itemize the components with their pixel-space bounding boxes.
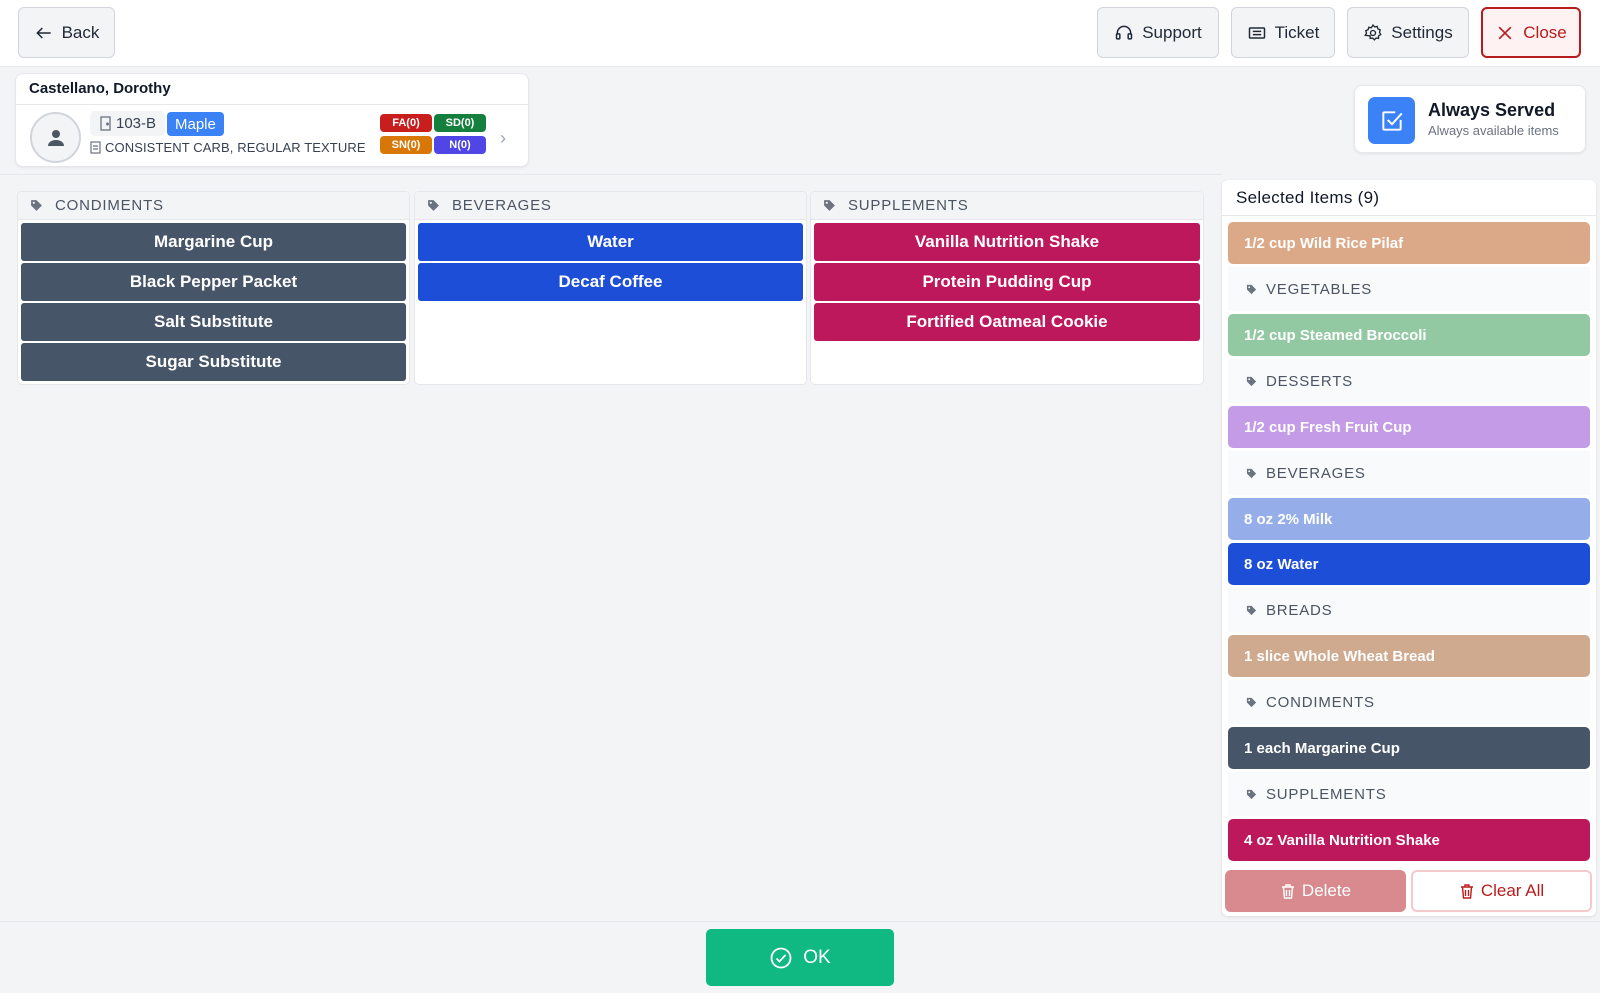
selected-item[interactable]: 4 oz Vanilla Nutrition Shake xyxy=(1228,819,1590,861)
category-header-label: SUPPLEMENTS xyxy=(848,197,969,214)
ticket-button[interactable]: Ticket xyxy=(1231,7,1335,58)
fa-tag: FA(0) xyxy=(380,114,432,132)
sn-tag: SN(0) xyxy=(380,136,432,154)
selected-items-list: 1/2 cup Wild Rice Pilaf VEGETABLES 1/2 cup… xyxy=(1228,222,1590,864)
trash-icon xyxy=(1460,883,1473,899)
clear-all-button[interactable]: Clear All xyxy=(1411,870,1592,912)
room-badge: 103-B xyxy=(90,111,166,136)
selected-category-label: SUPPLEMENTS xyxy=(1266,785,1387,803)
selected-category-header: BREADS xyxy=(1228,588,1590,632)
ok-button[interactable]: OK xyxy=(706,929,894,986)
ok-button-label: OK xyxy=(803,946,831,968)
selected-actions: Delete Clear All xyxy=(1225,870,1593,912)
user-icon xyxy=(47,129,64,146)
selected-item[interactable]: 1/2 cup Wild Rice Pilaf xyxy=(1228,222,1590,264)
trash-icon xyxy=(1281,883,1294,899)
tag-icon xyxy=(31,200,42,211)
menu-item-button[interactable]: Protein Pudding Cup xyxy=(814,263,1200,301)
tag-icon xyxy=(1246,284,1257,295)
tag-icon xyxy=(1246,605,1257,616)
support-button-label: Support xyxy=(1142,22,1202,42)
support-button[interactable]: Support xyxy=(1097,7,1219,58)
clear-all-button-label: Clear All xyxy=(1480,881,1545,900)
top-toolbar: Back Support Ticket Settings Close xyxy=(0,0,1600,67)
category-column-condiments: CONDIMENTS Margarine Cup Black Pepper Pa… xyxy=(17,191,410,385)
menu-item-button[interactable]: Vanilla Nutrition Shake xyxy=(814,223,1200,261)
menu-item-button[interactable]: Black Pepper Packet xyxy=(21,263,406,301)
menu-item-button[interactable]: Water xyxy=(418,223,803,261)
diet-order: CONSISTENT CARB, REGULAR TEXTURE xyxy=(90,140,366,155)
menu-item-button[interactable]: Salt Substitute xyxy=(21,303,406,341)
tag-icon xyxy=(1246,789,1257,800)
room-number: 103-B xyxy=(116,115,157,132)
avatar xyxy=(30,112,81,163)
tag-icon xyxy=(1246,697,1257,708)
selected-category-label: DESSERTS xyxy=(1266,372,1353,390)
back-button-label: Back xyxy=(61,22,100,42)
category-header-label: BEVERAGES xyxy=(452,197,552,214)
document-icon xyxy=(90,141,101,154)
selected-category-label: VEGETABLES xyxy=(1266,280,1373,298)
door-icon xyxy=(100,116,111,131)
delete-button[interactable]: Delete xyxy=(1225,870,1406,912)
close-icon xyxy=(1498,26,1512,39)
chevron-right-icon[interactable]: › xyxy=(500,128,506,149)
patient-card[interactable]: Castellano, Dorothy 103-B Maple CONSISTE… xyxy=(15,73,529,167)
selected-item[interactable]: 8 oz Water xyxy=(1228,543,1590,585)
tag-icon xyxy=(1246,468,1257,479)
selected-category-label: BEVERAGES xyxy=(1266,464,1366,482)
delete-button-label: Delete xyxy=(1301,881,1352,900)
headset-icon xyxy=(1115,25,1133,40)
diet-order-text: CONSISTENT CARB, REGULAR TEXTURE xyxy=(105,140,366,155)
settings-button-label: Settings xyxy=(1391,22,1453,42)
unit-badge: Maple xyxy=(167,112,224,136)
selected-category-label: CONDIMENTS xyxy=(1266,693,1375,711)
tag-icon xyxy=(428,200,439,211)
category-column-beverages: BEVERAGES Water Decaf Coffee xyxy=(414,191,807,385)
divider xyxy=(0,174,1222,175)
selected-item[interactable]: 1 slice Whole Wheat Bread xyxy=(1228,635,1590,677)
menu-item-button[interactable]: Margarine Cup xyxy=(21,223,406,261)
always-served-button[interactable]: Always Served Always available items xyxy=(1354,85,1586,153)
patient-name: Castellano, Dorothy xyxy=(29,80,171,97)
settings-button[interactable]: Settings xyxy=(1347,7,1469,58)
menu-item-button[interactable]: Sugar Substitute xyxy=(21,343,406,381)
checkbox-icon xyxy=(1368,97,1415,144)
check-circle-icon xyxy=(770,947,792,968)
selected-items-header: Selected Items (9) xyxy=(1222,180,1596,216)
n-tag: N(0) xyxy=(434,136,486,154)
tag-icon xyxy=(1246,376,1257,387)
ticket-button-label: Ticket xyxy=(1274,22,1320,42)
always-served-subtitle: Always available items xyxy=(1428,123,1559,138)
close-button[interactable]: Close xyxy=(1481,7,1581,58)
category-header: CONDIMENTS xyxy=(18,192,409,220)
selected-category-header: CONDIMENTS xyxy=(1228,680,1590,724)
selected-item[interactable]: 1/2 cup Steamed Broccoli xyxy=(1228,314,1590,356)
gear-icon xyxy=(1364,23,1382,41)
patient-card-divider xyxy=(16,104,528,105)
selected-category-header: SUPPLEMENTS xyxy=(1228,772,1590,816)
selected-item[interactable]: 8 oz 2% Milk xyxy=(1228,498,1590,540)
selected-item[interactable]: 1/2 cup Fresh Fruit Cup xyxy=(1228,406,1590,448)
category-header: BEVERAGES xyxy=(415,192,806,220)
always-served-title: Always Served xyxy=(1428,100,1556,120)
selected-items-panel: Selected Items (9) 1/2 cup Wild Rice Pil… xyxy=(1222,180,1596,916)
selected-category-label: BREADS xyxy=(1266,601,1333,619)
back-button[interactable]: Back xyxy=(18,7,115,58)
bottom-strip xyxy=(0,993,1600,1007)
selected-category-header: BEVERAGES xyxy=(1228,451,1590,495)
selected-item[interactable]: 1 each Margarine Cup xyxy=(1228,727,1590,769)
tag-icon xyxy=(824,200,835,211)
arrow-left-icon xyxy=(35,26,51,39)
selected-category-header: DESSERTS xyxy=(1228,359,1590,403)
menu-item-button[interactable]: Decaf Coffee xyxy=(418,263,803,301)
menu-item-button[interactable]: Fortified Oatmeal Cookie xyxy=(814,303,1200,341)
sd-tag: SD(0) xyxy=(434,114,486,132)
category-header: SUPPLEMENTS xyxy=(811,192,1203,220)
category-header-label: CONDIMENTS xyxy=(55,197,164,214)
close-button-label: Close xyxy=(1523,22,1567,42)
ticket-icon xyxy=(1248,26,1265,39)
category-column-supplements: SUPPLEMENTS Vanilla Nutrition Shake Prot… xyxy=(810,191,1204,385)
selected-category-header: VEGETABLES xyxy=(1228,267,1590,311)
